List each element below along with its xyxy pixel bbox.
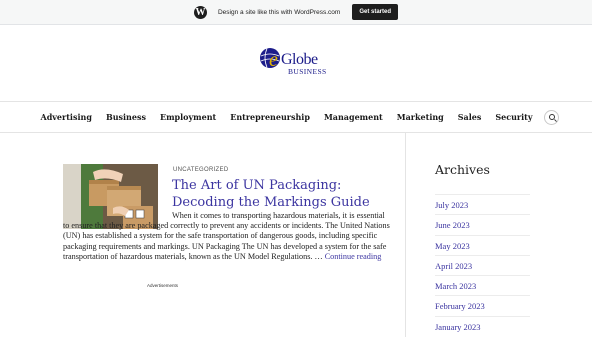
post-excerpt: When it comes to transporting hazardous …: [63, 211, 393, 262]
nav-item-entrepreneurship[interactable]: Entrepreneurship: [223, 112, 317, 122]
continue-reading-link[interactable]: Continue reading: [325, 252, 382, 261]
advertisements-label: Advertisements: [147, 283, 179, 288]
archives-heading: Archives: [435, 162, 490, 177]
site-logo[interactable]: e Globe BUSINESS: [259, 47, 339, 81]
nav-item-advertising[interactable]: Advertising: [33, 112, 98, 122]
logo-subtitle: BUSINESS: [288, 67, 327, 76]
post-category[interactable]: UNCATEGORIZED: [173, 167, 228, 173]
svg-text:e: e: [269, 49, 278, 69]
archives-list: July 2023 June 2023 May 2023 April 2023 …: [435, 194, 530, 336]
nav-item-marketing[interactable]: Marketing: [390, 112, 451, 122]
main-navigation: Advertising Business Employment Entrepre…: [0, 101, 592, 133]
archive-link-february-2023[interactable]: February 2023: [435, 295, 530, 315]
nav-item-security[interactable]: Security: [488, 112, 539, 122]
promo-text: Design a site like this with WordPress.c…: [217, 8, 341, 16]
archive-link-june-2023[interactable]: June 2023: [435, 214, 530, 234]
sidebar-divider: [405, 133, 406, 337]
wordpress-promo-bar: W Design a site like this with WordPress…: [0, 0, 592, 25]
archive-link-july-2023[interactable]: July 2023: [435, 194, 530, 214]
post-title[interactable]: The Art of UN Packaging: Decoding the Ma…: [172, 177, 392, 211]
get-started-button[interactable]: Get started: [352, 4, 399, 20]
nav-item-management[interactable]: Management: [317, 112, 390, 122]
search-icon[interactable]: [543, 109, 559, 125]
archive-link-april-2023[interactable]: April 2023: [435, 254, 530, 275]
nav-item-business[interactable]: Business: [99, 112, 153, 122]
archive-link-may-2023[interactable]: May 2023: [435, 234, 530, 255]
globe-logo-icon: e: [260, 48, 280, 69]
wordpress-logo-icon[interactable]: W: [193, 5, 207, 19]
nav-item-employment[interactable]: Employment: [153, 112, 223, 122]
nav-item-sales[interactable]: Sales: [451, 112, 489, 122]
archive-link-march-2023[interactable]: March 2023: [435, 275, 530, 295]
archive-link-january-2023[interactable]: January 2023: [435, 315, 530, 336]
